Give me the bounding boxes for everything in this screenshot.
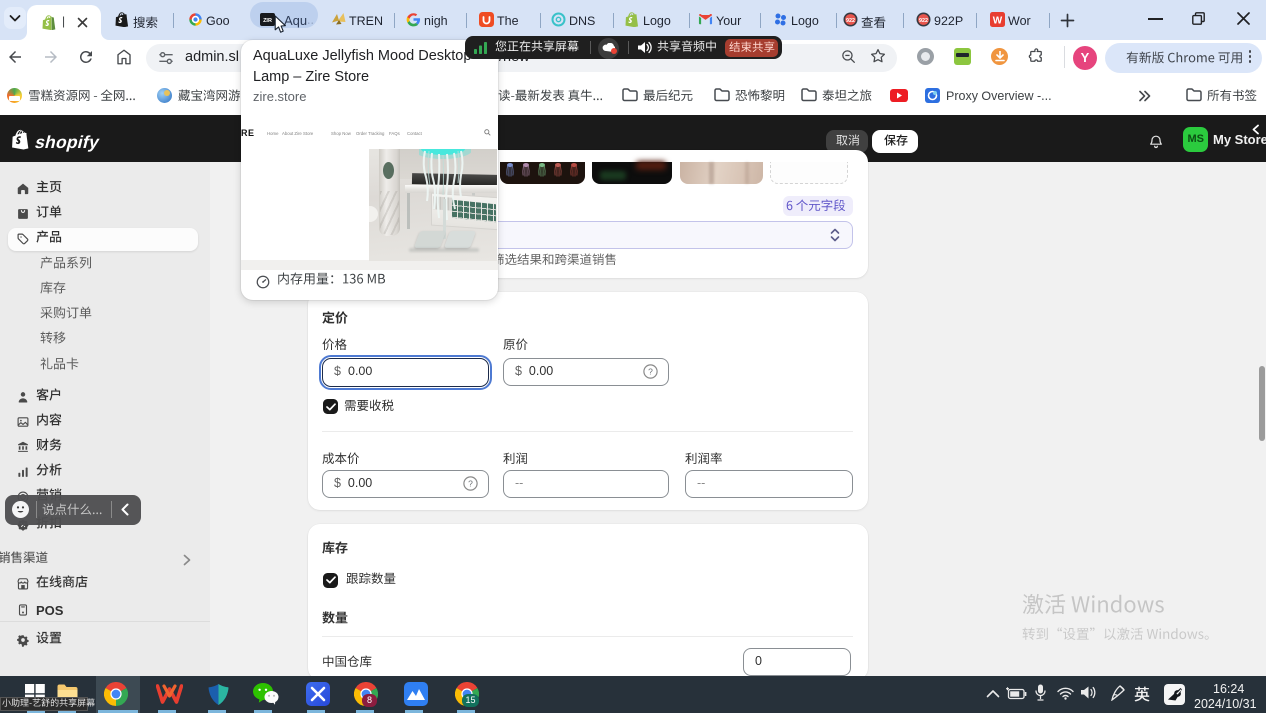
svg-text:?: ? — [648, 367, 653, 377]
svg-text:ZIR: ZIR — [263, 18, 272, 24]
svg-text:922: 922 — [846, 18, 855, 24]
svg-text:922: 922 — [919, 18, 928, 24]
svg-text:?: ? — [468, 479, 473, 489]
svg-text:W: W — [993, 16, 1003, 27]
